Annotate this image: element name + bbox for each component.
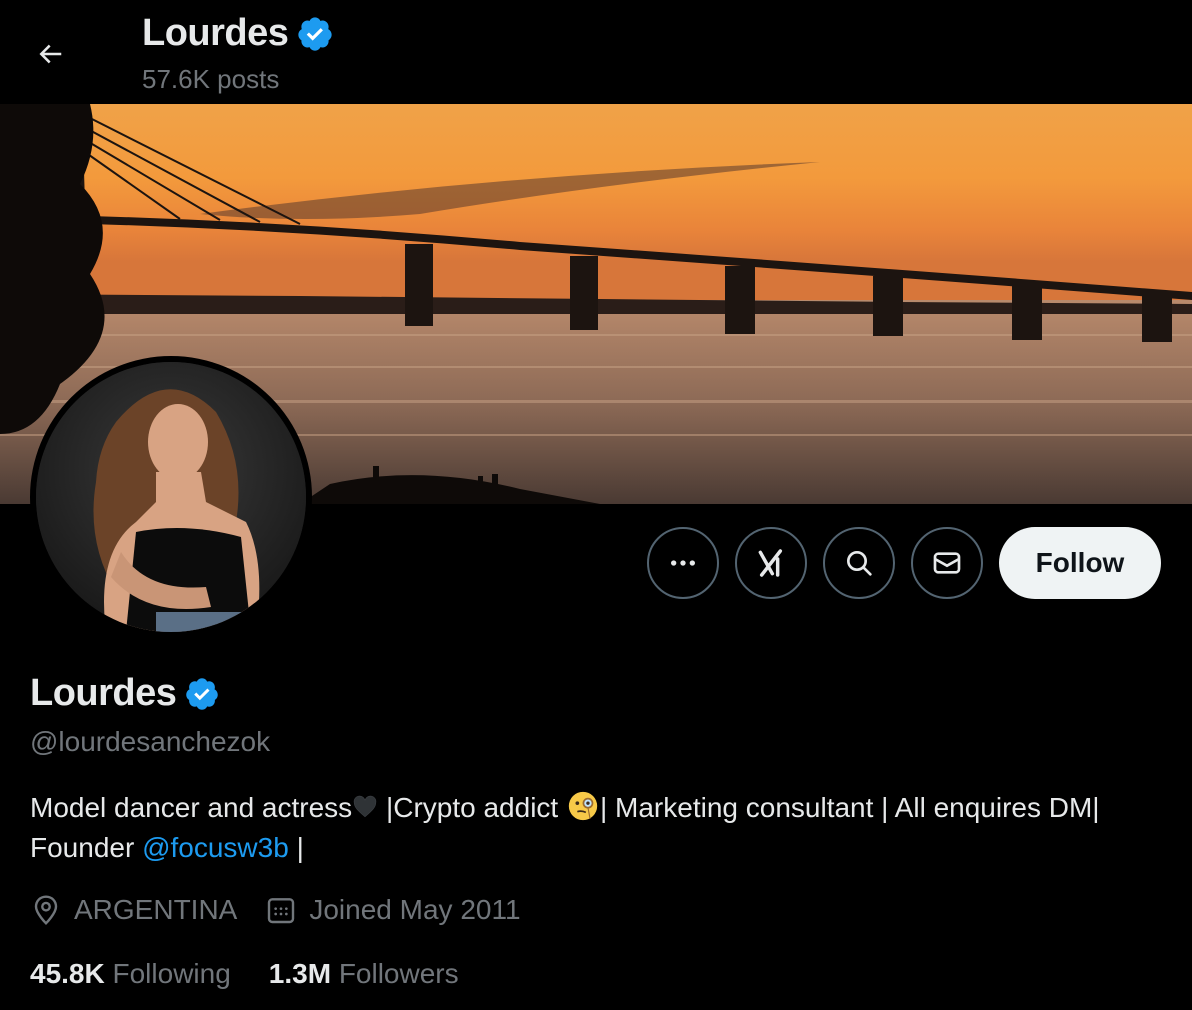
following-link[interactable]: 45.8K Following xyxy=(30,958,231,990)
header-title: Lourdes xyxy=(142,12,334,55)
avatar-frame[interactable] xyxy=(30,356,312,638)
back-button[interactable] xyxy=(22,26,78,82)
following-label: Following xyxy=(112,958,231,989)
profile-meta: ARGENTINA Joined May 2011 xyxy=(30,894,549,926)
location-item: ARGENTINA xyxy=(30,894,237,926)
arrow-left-icon xyxy=(39,44,62,64)
envelope-icon xyxy=(933,552,961,574)
grok-icon xyxy=(758,549,783,577)
grok-button[interactable] xyxy=(735,527,807,599)
black-heart-emoji-icon xyxy=(354,795,377,818)
location-pin-icon xyxy=(34,895,58,926)
message-button[interactable] xyxy=(911,527,983,599)
posts-count: 57.6K posts xyxy=(142,64,280,94)
calendar-icon xyxy=(268,898,295,924)
bio-mention-link[interactable]: @focusw3b xyxy=(142,832,289,863)
profile-name: Lourdes xyxy=(30,672,220,715)
monocle-face-emoji-icon xyxy=(568,791,598,821)
following-count: 45.8K xyxy=(30,958,105,989)
avatar[interactable] xyxy=(36,362,306,632)
avatar-image xyxy=(36,362,306,632)
profile-stats: 45.8K Following 1.3M Followers xyxy=(30,958,497,990)
more-icon xyxy=(671,560,695,566)
profile-bio: Model dancer and actress |Crypto addict … xyxy=(30,788,1140,868)
bio-text-2: |Crypto addict xyxy=(378,792,566,823)
search-button[interactable] xyxy=(823,527,895,599)
bio-text-1: Model dancer and actress xyxy=(30,792,353,823)
search-icon xyxy=(847,551,872,576)
joined-item: Joined May 2011 xyxy=(265,894,521,926)
verified-badge-icon[interactable] xyxy=(184,676,220,712)
followers-link[interactable]: 1.3M Followers xyxy=(269,958,459,990)
display-name: Lourdes xyxy=(30,672,177,714)
verified-badge-icon xyxy=(298,16,333,51)
bio-text-4: | xyxy=(288,832,304,863)
followers-label: Followers xyxy=(338,958,459,989)
follow-button[interactable]: Follow xyxy=(999,527,1161,599)
profile-handle: @lourdesanchezok xyxy=(30,726,271,757)
top-header: Lourdes 57.6K posts xyxy=(0,0,1192,104)
location-text: ARGENTINA xyxy=(74,894,238,925)
header-name: Lourdes xyxy=(142,12,289,54)
joined-text: Joined May 2011 xyxy=(309,894,521,925)
more-button[interactable] xyxy=(647,527,719,599)
followers-count: 1.3M xyxy=(268,958,332,989)
